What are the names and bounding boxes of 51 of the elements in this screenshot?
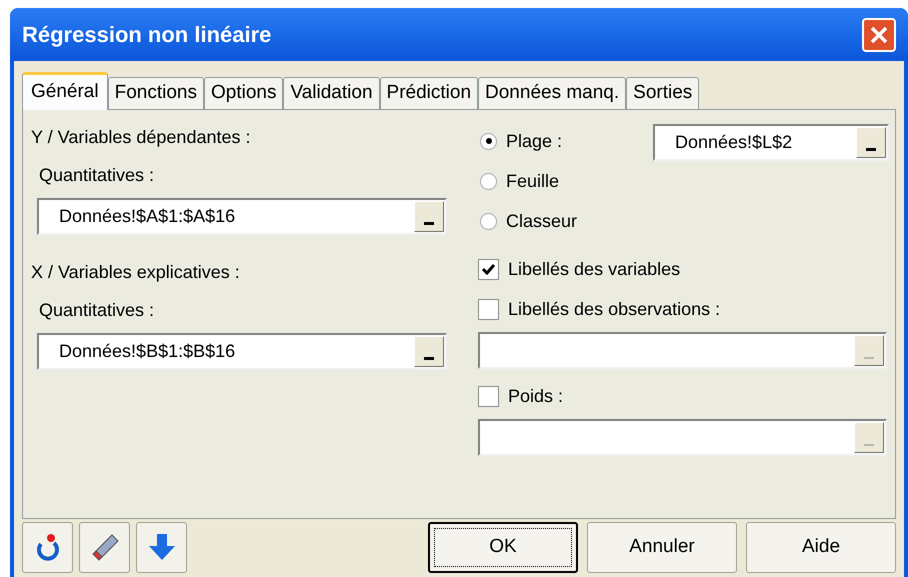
dialog-button[interactable]: OK (428, 522, 578, 572)
radio-button[interactable] (480, 212, 497, 230)
tab[interactable]: Général (22, 72, 108, 110)
window-title: Régression non linéaire (22, 21, 272, 49)
select-range-button[interactable] (414, 201, 444, 232)
down-arrow-icon (148, 532, 176, 562)
checkbox-label: Libellés des observations : (508, 298, 720, 320)
checkbox-label: Libellés des variables (508, 258, 680, 280)
group-label: X / Variables explicatives : (31, 261, 240, 284)
tab[interactable]: Validation (283, 77, 380, 109)
radio-button[interactable] (480, 132, 497, 150)
input-field[interactable] (478, 419, 887, 456)
eraser-icon (90, 532, 120, 562)
checkbox-label: Poids : (508, 384, 564, 408)
input-field[interactable]: Données!$B$1:$B$16 (37, 333, 447, 370)
field-label: Quantitatives : (39, 164, 154, 187)
radio-label: Plage : (506, 130, 562, 153)
eraser-button[interactable] (79, 522, 130, 572)
input-field[interactable] (478, 332, 887, 369)
minimize-icon (424, 222, 434, 225)
minimize-icon (866, 148, 876, 151)
field-value: Données!$A$1:$A$16 (58, 205, 236, 228)
field-value: Données!$L$2 (674, 131, 794, 154)
radio-label: Classeur (506, 210, 578, 232)
down-button[interactable] (136, 522, 187, 572)
field-label: Quantitatives : (39, 299, 154, 322)
radio-button[interactable] (480, 172, 497, 190)
dialog-button[interactable]: Aide (746, 522, 896, 572)
close-button[interactable] (862, 18, 896, 52)
minimize-icon (864, 357, 874, 359)
checkbox[interactable] (478, 258, 499, 280)
select-range-button[interactable] (856, 127, 886, 158)
group-label: Y / Variables dépendantes : (31, 126, 250, 149)
minimize-icon (864, 444, 874, 446)
tab[interactable]: Fonctions (108, 77, 204, 109)
dialog-button[interactable]: Annuler (587, 522, 737, 572)
select-range-button[interactable] (414, 336, 444, 367)
tab[interactable]: Prédiction (380, 77, 478, 109)
field-value: Données!$B$1:$B$16 (58, 340, 236, 363)
checkmark-icon (482, 264, 495, 274)
tab[interactable]: Données manq. (478, 77, 626, 109)
checkbox[interactable] (478, 386, 499, 406)
minimize-icon (424, 357, 434, 360)
checkbox[interactable] (478, 298, 499, 320)
close-icon (869, 24, 889, 44)
reset-button[interactable] (22, 522, 73, 572)
input-field[interactable]: Données!$L$2 (653, 124, 889, 161)
tab[interactable]: Options (204, 77, 284, 109)
tab[interactable]: Sorties (626, 77, 700, 109)
input-field[interactable]: Données!$A$1:$A$16 (37, 198, 447, 235)
radio-label: Feuille (506, 170, 560, 192)
